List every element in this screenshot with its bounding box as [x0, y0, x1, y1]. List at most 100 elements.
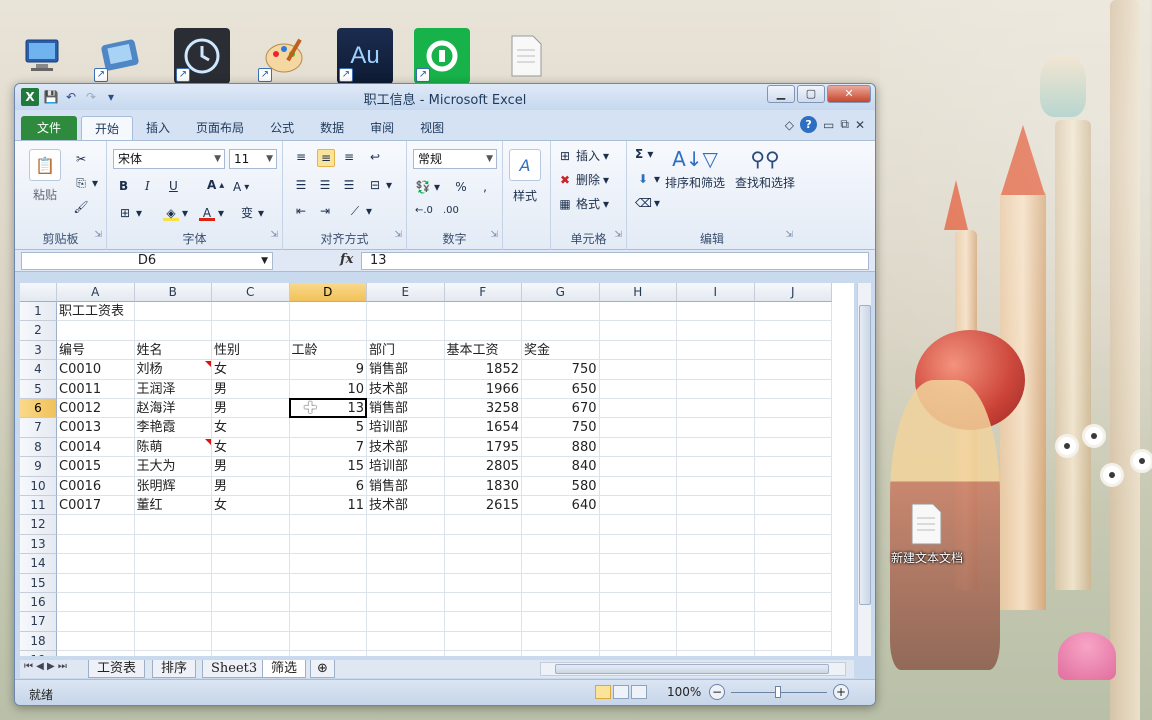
format-cells-button[interactable]: ▦ 格式 ▾: [557, 195, 609, 212]
cell-c19[interactable]: [212, 651, 290, 656]
cell-f12[interactable]: [444, 515, 522, 535]
cell-h16[interactable]: [599, 593, 677, 613]
cell-h2[interactable]: [599, 321, 677, 341]
cell-g1[interactable]: [522, 302, 600, 322]
ribbon-collapse-icon[interactable]: ◇: [785, 118, 794, 132]
column-header-d[interactable]: D: [289, 283, 367, 302]
cell-j8[interactable]: [754, 437, 832, 458]
zoom-in-icon[interactable]: +: [833, 684, 849, 700]
cell-c8[interactable]: 女: [212, 437, 290, 458]
underline-button[interactable]: U: [169, 179, 178, 193]
cell-h1[interactable]: [599, 302, 677, 322]
vertical-scrollbar[interactable]: [857, 283, 871, 656]
zoom-slider[interactable]: − +: [709, 684, 849, 702]
paint-palette-icon[interactable]: ↗: [256, 28, 312, 84]
doc-close-icon[interactable]: ✕: [855, 118, 865, 132]
cell-a1[interactable]: 职工工资表: [57, 302, 135, 322]
cell-j15[interactable]: [754, 573, 832, 593]
cell-d18[interactable]: [289, 631, 367, 652]
sheet-nav-icon[interactable]: ⏮ ◀ ▶ ⏭: [24, 661, 67, 672]
font-name-select[interactable]: 宋体 ▼: [113, 149, 225, 169]
cell-d10[interactable]: 6: [289, 476, 367, 496]
cell-c18[interactable]: [212, 631, 290, 652]
cell-g5[interactable]: 650: [522, 379, 600, 399]
cell-h11[interactable]: [599, 496, 677, 516]
align-middle-icon[interactable]: ≡: [317, 149, 335, 167]
cell-a13[interactable]: [57, 534, 135, 555]
cell-c12[interactable]: [212, 515, 290, 535]
cell-a3[interactable]: 编号: [57, 340, 135, 361]
column-header-g[interactable]: G: [522, 283, 600, 302]
cell-a8[interactable]: C0014: [57, 437, 135, 458]
cell-f18[interactable]: [444, 631, 522, 652]
copy-icon[interactable]: ⎘ ▾: [73, 175, 98, 191]
cell-d8[interactable]: 7: [289, 437, 367, 458]
row-header-12[interactable]: 12: [20, 515, 57, 535]
cell-e1[interactable]: [367, 302, 445, 322]
cell-e16[interactable]: [367, 593, 445, 613]
cell-f14[interactable]: [444, 554, 522, 574]
cell-b1[interactable]: [134, 302, 212, 322]
cell-j14[interactable]: [754, 554, 832, 574]
accounting-format-icon[interactable]: 💱 ▾: [415, 179, 441, 195]
cell-j11[interactable]: [754, 496, 832, 516]
delete-cells-button[interactable]: ✖ 删除 ▾: [557, 171, 609, 188]
cell-j6[interactable]: [754, 399, 832, 419]
cell-j5[interactable]: [754, 379, 832, 399]
row-header-7[interactable]: 7: [20, 418, 57, 438]
cell-i2[interactable]: [677, 321, 755, 341]
row-header-5[interactable]: 5: [20, 379, 57, 399]
green-app-icon[interactable]: ↗: [414, 28, 470, 84]
column-header-j[interactable]: J: [754, 283, 832, 302]
row-header-2[interactable]: 2: [20, 321, 57, 341]
orientation-icon[interactable]: ⟋ ▾: [347, 203, 372, 219]
autosum-icon[interactable]: Σ ▾: [635, 147, 653, 161]
column-header-i[interactable]: I: [677, 283, 755, 302]
cell-h19[interactable]: [600, 651, 677, 656]
clear-icon[interactable]: ⌫ ▾: [635, 195, 660, 211]
cell-a18[interactable]: [57, 631, 135, 652]
row-header-19[interactable]: 19: [20, 651, 57, 656]
cell-b9[interactable]: 王大为: [134, 457, 212, 477]
cell-c14[interactable]: [212, 554, 290, 574]
cell-j1[interactable]: [754, 302, 832, 322]
cell-j16[interactable]: [754, 593, 832, 613]
align-top-icon[interactable]: ≡: [293, 149, 309, 165]
cell-f19[interactable]: [445, 651, 522, 656]
cell-f15[interactable]: [444, 573, 522, 593]
percent-icon[interactable]: %: [453, 179, 469, 195]
tab-review[interactable]: 审阅: [357, 116, 407, 140]
cell-g17[interactable]: [522, 612, 600, 632]
row-header-18[interactable]: 18: [20, 631, 57, 652]
fill-icon[interactable]: ⬇ ▾: [635, 171, 660, 187]
cell-d1[interactable]: [289, 302, 367, 322]
cell-j9[interactable]: [754, 457, 832, 477]
cell-a16[interactable]: [57, 593, 135, 613]
cut-icon[interactable]: ✂: [73, 151, 89, 167]
cell-e11[interactable]: 技术部: [367, 496, 445, 516]
cell-b17[interactable]: [134, 612, 212, 632]
cell-h12[interactable]: [599, 515, 677, 535]
cell-j18[interactable]: [754, 631, 832, 652]
cell-j19[interactable]: [755, 651, 832, 656]
cell-d13[interactable]: [289, 534, 367, 555]
cell-g14[interactable]: [522, 554, 600, 574]
horizontal-scroll-thumb[interactable]: [555, 664, 829, 674]
cell-b16[interactable]: [134, 593, 212, 613]
cell-f10[interactable]: 1830: [444, 476, 522, 496]
cell-h6[interactable]: [599, 399, 677, 419]
align-right-icon[interactable]: ☰: [341, 177, 357, 193]
cell-h4[interactable]: [599, 360, 677, 380]
cell-b18[interactable]: [134, 631, 212, 652]
document-file-icon[interactable]: [498, 28, 554, 84]
cell-d15[interactable]: [289, 573, 367, 593]
row-header-8[interactable]: 8: [20, 437, 57, 458]
formula-input[interactable]: 13: [361, 252, 869, 270]
row-header-1[interactable]: 1: [20, 302, 57, 322]
cell-e6[interactable]: 销售部: [367, 399, 445, 419]
font-size-select[interactable]: 11 ▼: [229, 149, 277, 169]
row-header-6[interactable]: 6: [20, 399, 57, 419]
comment-indicator[interactable]: [205, 361, 211, 368]
italic-button[interactable]: I: [145, 179, 150, 193]
cell-b8[interactable]: 陈萌: [134, 437, 212, 458]
